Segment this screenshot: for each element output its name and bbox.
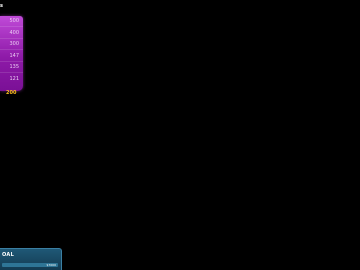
ladder-row-value: 300: [9, 41, 19, 47]
goal-progress-bar: $7000: [2, 263, 58, 267]
goal-label: OAL: [2, 252, 15, 258]
game-screen: s 500 400 300 147 135 121 200 OAL $7000: [0, 0, 360, 270]
ladder-row: 400: [0, 28, 23, 39]
goal-panel: OAL $7000: [0, 248, 62, 270]
panel-title: s: [0, 3, 4, 9]
ladder-row-value: 121: [9, 76, 19, 82]
ladder-divider: [0, 26, 23, 27]
ladder-row: 121: [0, 74, 19, 85]
value-ladder: 500 400 300 147 135 121: [0, 16, 23, 91]
ladder-row-value: 500: [9, 18, 19, 24]
ladder-divider: [0, 72, 23, 73]
ladder-row: 147: [0, 51, 23, 62]
ladder-row-value: 147: [9, 53, 19, 59]
ladder-row: 135: [0, 62, 23, 73]
ladder-row-value: 135: [9, 64, 19, 70]
ladder-row: 300: [0, 39, 23, 50]
ladder-row-value: 400: [9, 30, 19, 36]
ladder-divider: [0, 49, 23, 50]
current-value: 200: [6, 90, 17, 96]
goal-bar-value: $7000: [46, 263, 56, 267]
ladder-row: 500: [0, 16, 23, 27]
